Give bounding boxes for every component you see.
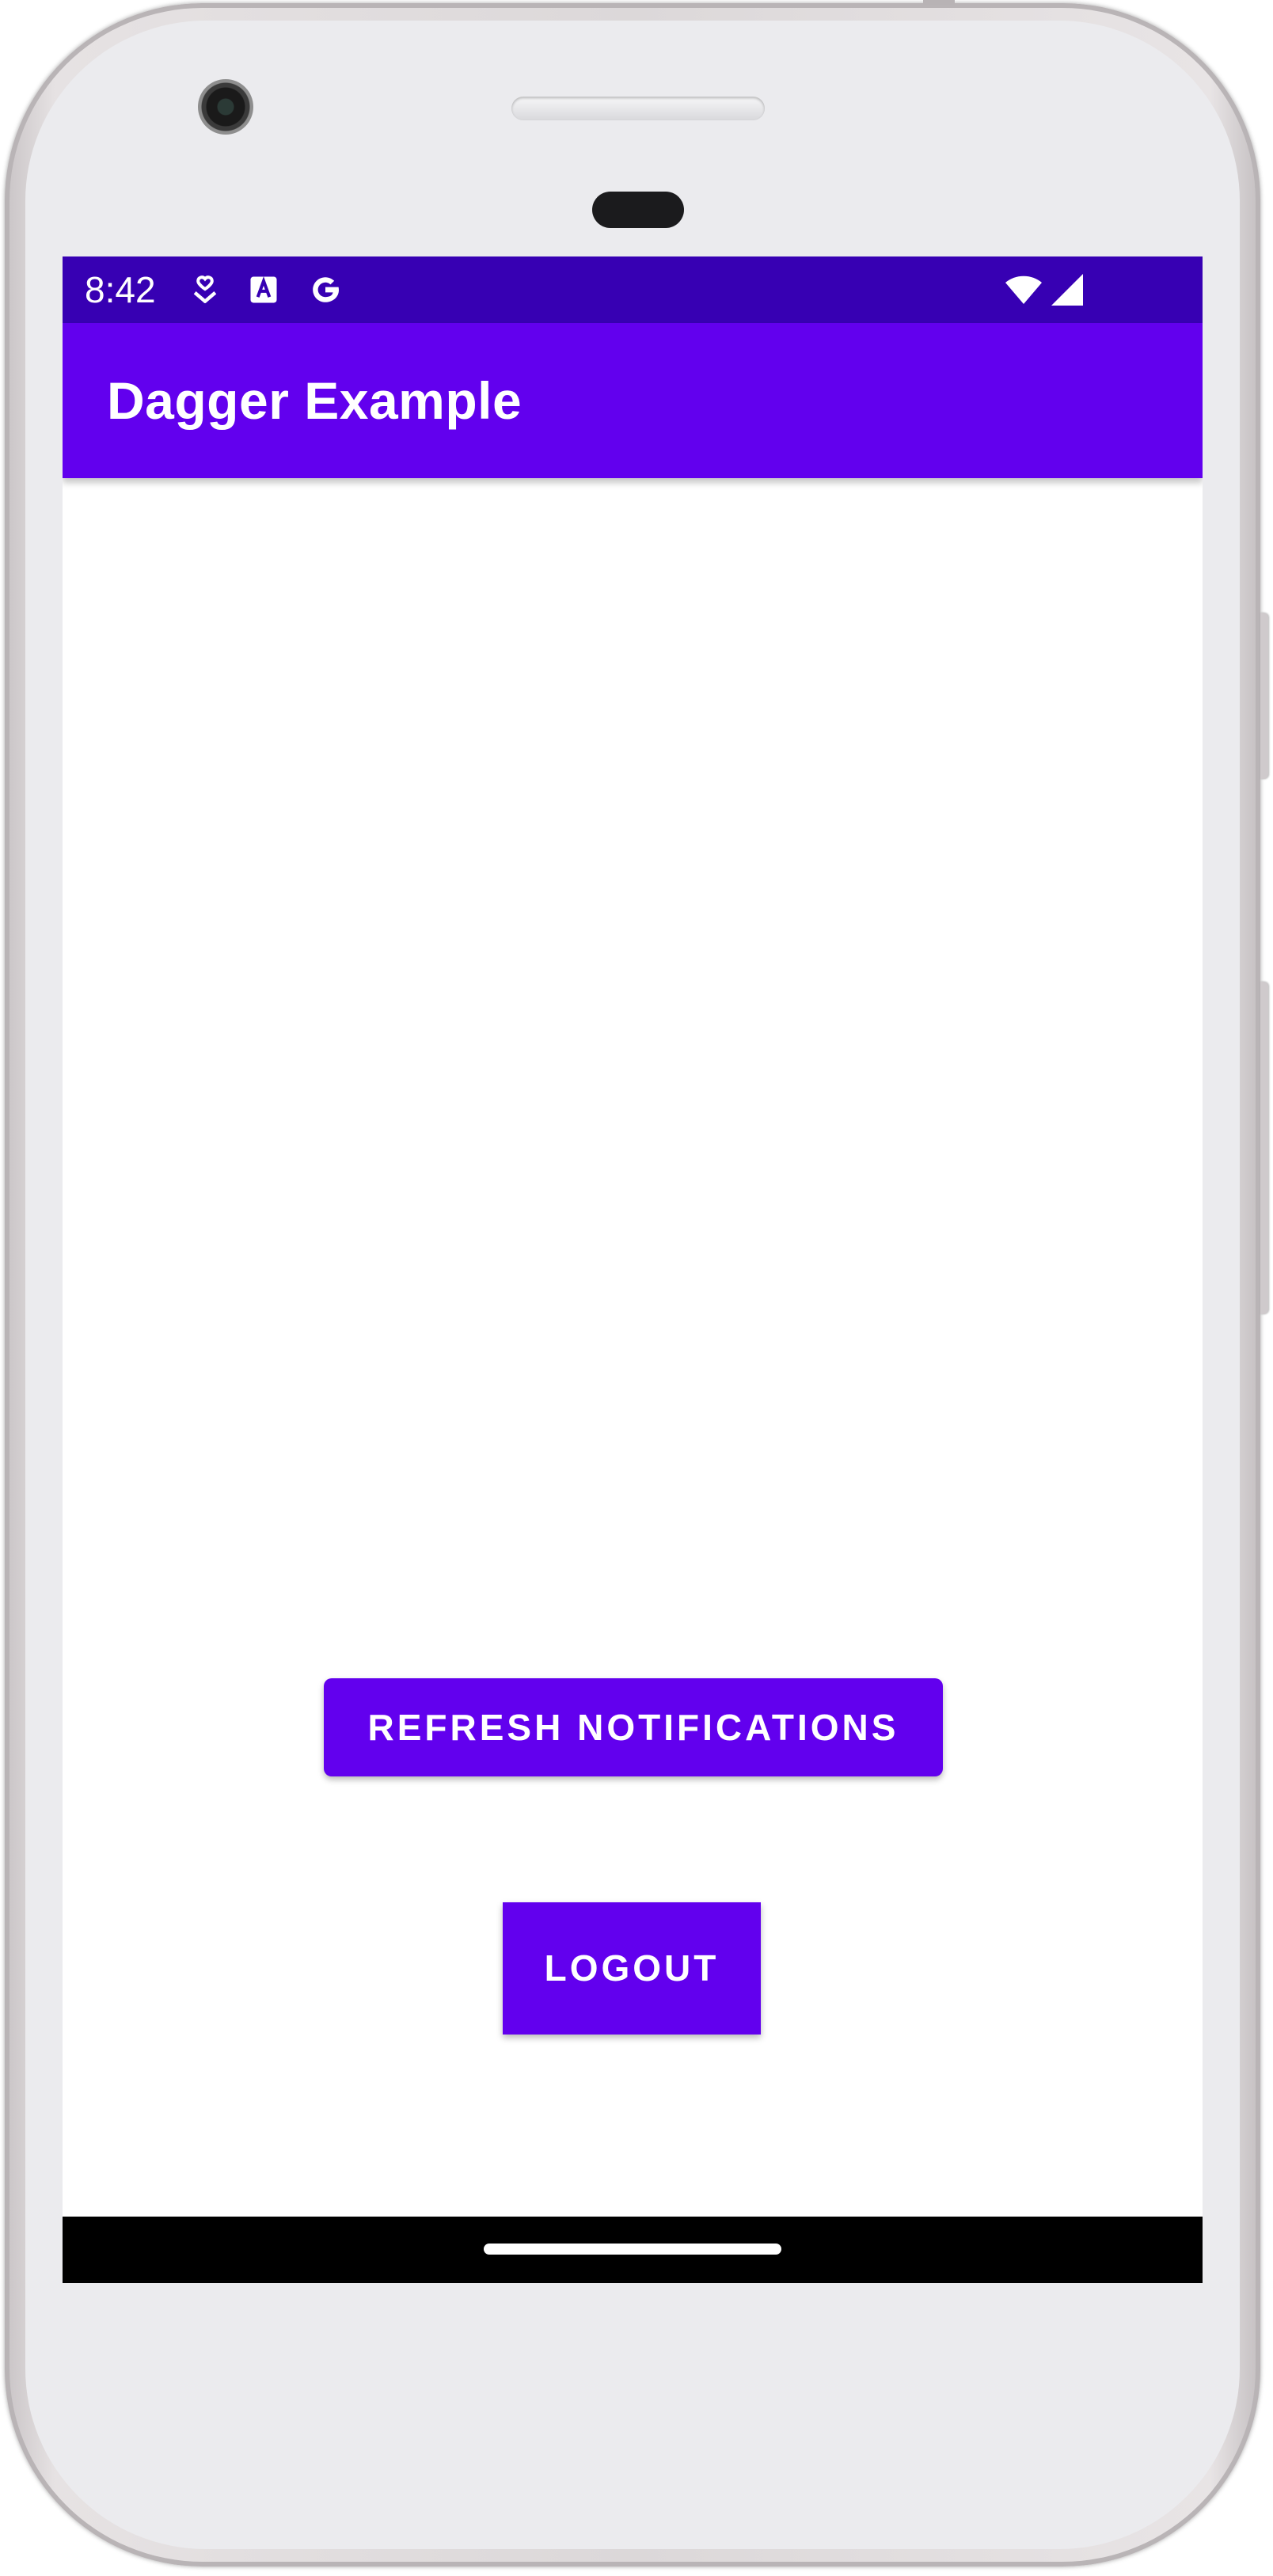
proximity-sensor bbox=[592, 192, 684, 228]
cell-signal-icon bbox=[1051, 274, 1083, 306]
google-g-icon bbox=[313, 277, 339, 302]
font-a-icon bbox=[250, 276, 277, 303]
app-title: Dagger Example bbox=[107, 371, 522, 430]
earpiece-speaker bbox=[511, 97, 765, 120]
front-camera bbox=[198, 79, 253, 135]
home-gesture-handle[interactable] bbox=[484, 2244, 781, 2255]
main-content: REFRESH NOTIFICATIONS LOGOUT bbox=[63, 478, 1203, 2217]
top-hardware-button bbox=[923, 0, 955, 5]
app-bar: Dagger Example bbox=[63, 323, 1203, 478]
refresh-notifications-button[interactable]: REFRESH NOTIFICATIONS bbox=[324, 1678, 943, 1776]
status-bar: 8:42 bbox=[63, 256, 1203, 323]
logout-button[interactable]: LOGOUT bbox=[503, 1902, 761, 2035]
status-time: 8:42 bbox=[85, 269, 156, 310]
navigation-bar bbox=[63, 2217, 1203, 2283]
volume-rocker bbox=[1260, 982, 1268, 1314]
power-button bbox=[1260, 613, 1268, 779]
wifi-icon bbox=[1005, 275, 1042, 304]
heart-hand-icon bbox=[193, 275, 217, 303]
phone-screen: 8:42 Dagger Example REFRESH NOTIFICATION… bbox=[63, 256, 1203, 2283]
